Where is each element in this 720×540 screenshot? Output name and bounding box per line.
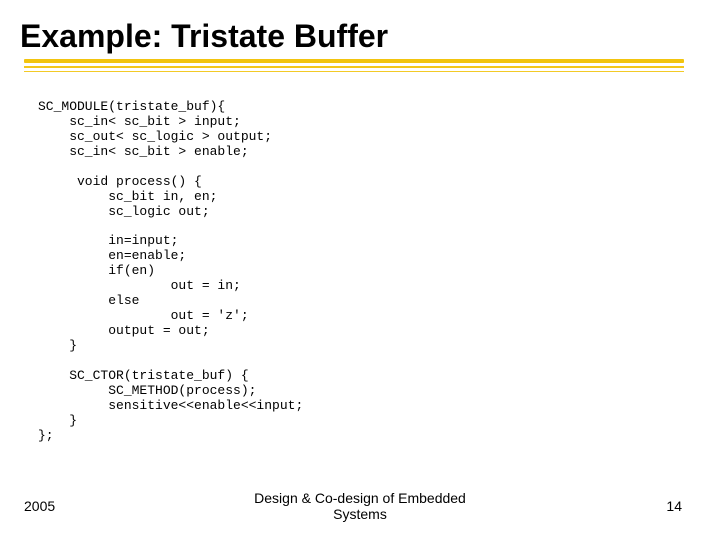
underline-bar-3: [24, 71, 684, 72]
slide: Example: Tristate Buffer SC_MODULE(trist…: [0, 0, 720, 540]
slide-title: Example: Tristate Buffer: [18, 18, 692, 55]
footer-caption-line2: Systems: [333, 506, 387, 522]
page-number: 14: [666, 498, 682, 514]
code-block: SC_MODULE(tristate_buf){ sc_in< sc_bit >…: [38, 100, 692, 444]
footer-caption-line1: Design & Co-design of Embedded: [254, 490, 466, 506]
title-underline: [24, 59, 684, 72]
underline-bar-1: [24, 59, 684, 63]
footer-caption: Design & Co-design of Embedded Systems: [0, 490, 720, 522]
underline-bar-2: [24, 66, 684, 68]
